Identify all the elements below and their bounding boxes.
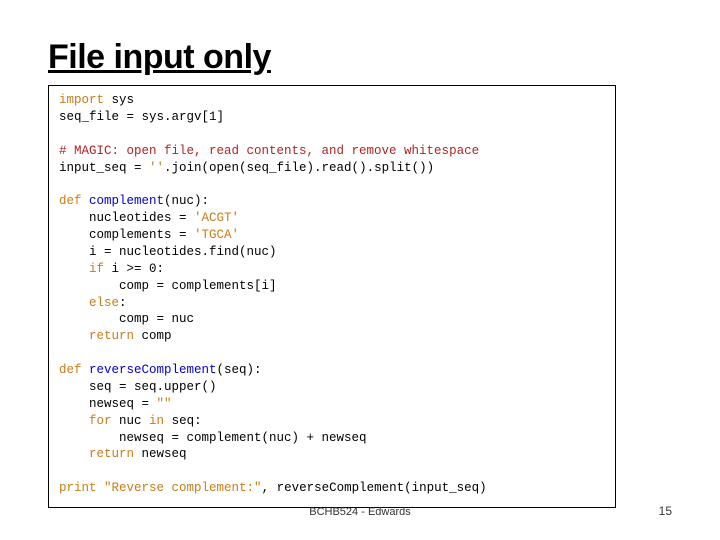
code-text: sys (104, 93, 134, 107)
keyword: def (59, 363, 89, 377)
keyword: print (59, 481, 97, 495)
code-text: complements = (59, 228, 194, 242)
keyword: if (89, 262, 104, 276)
code-line: seq_file = sys.argv[1] (59, 110, 224, 124)
code-text: newseq = (59, 397, 157, 411)
keyword: return (89, 329, 134, 343)
code-text (59, 414, 89, 428)
code-block: import sys seq_file = sys.argv[1] # MAGI… (48, 85, 616, 508)
code-text: newseq (134, 447, 187, 461)
string-literal: 'ACGT' (194, 211, 239, 225)
keyword: def (59, 194, 89, 208)
code-text (59, 329, 89, 343)
string-literal: "Reverse complement:" (104, 481, 262, 495)
code-text: nuc (112, 414, 150, 428)
code-line: i = nucleotides.find(nuc) (59, 245, 277, 259)
keyword: import (59, 93, 104, 107)
code-text: seq: (164, 414, 202, 428)
slide-title: File input only (48, 38, 672, 77)
code-text (59, 447, 89, 461)
code-text (59, 262, 89, 276)
keyword: for (89, 414, 112, 428)
comment: # MAGIC: open file, read contents, and r… (59, 144, 479, 158)
code-text: (nuc): (164, 194, 209, 208)
code-line: comp = nuc (59, 312, 194, 326)
string-literal: 'TGCA' (194, 228, 239, 242)
string-literal: '' (149, 161, 164, 175)
keyword: in (149, 414, 164, 428)
code-text (97, 481, 105, 495)
code-text: : (119, 296, 127, 310)
code-text: , reverseComplement(input_seq) (262, 481, 487, 495)
code-text: (seq): (217, 363, 262, 377)
code-text: i >= 0: (104, 262, 164, 276)
page-number: 15 (659, 504, 672, 518)
code-line: comp = complements[i] (59, 279, 277, 293)
code-text: nucleotides = (59, 211, 194, 225)
code-text: .join(open(seq_file).read().split()) (164, 161, 434, 175)
code-text: comp (134, 329, 172, 343)
function-name: complement (89, 194, 164, 208)
code-line: seq = seq.upper() (59, 380, 217, 394)
code-text (59, 296, 89, 310)
keyword: return (89, 447, 134, 461)
code-text: input_seq = (59, 161, 149, 175)
string-literal: "" (157, 397, 172, 411)
function-name: reverseComplement (89, 363, 217, 377)
keyword: else (89, 296, 119, 310)
code-line: newseq = complement(nuc) + newseq (59, 431, 367, 445)
